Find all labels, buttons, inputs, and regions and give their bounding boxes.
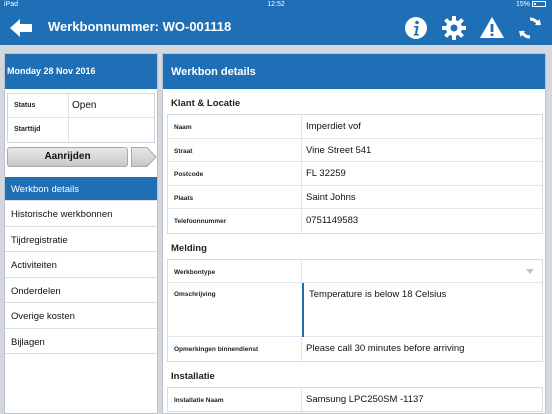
status-bar: iPad 12:52 15%	[0, 0, 552, 11]
straat-value: Vine Street 541	[306, 144, 372, 156]
warning-icon[interactable]	[479, 15, 505, 41]
opmerkingen-value: Please call 30 minutes before arriving	[306, 343, 465, 354]
field-label: Opmerkingen binnendienst	[174, 346, 259, 353]
action-buttons: Aanrijden	[7, 147, 157, 169]
omschrijving-row: Omschrijving Temperature is below 18 Cel…	[168, 283, 542, 337]
details-header: Werkbon details	[163, 54, 545, 89]
field-label: Telefoonnummer	[174, 218, 227, 225]
omschrijving-value: Temperature is below 18 Celsius	[309, 289, 447, 300]
starttijd-label: Starttijd	[14, 126, 41, 133]
field-label: Omschrijving	[174, 291, 216, 298]
klant-group: Naam Imperdiet vof Straat Vine Street 54…	[167, 114, 543, 234]
field-label: Werkbontype	[174, 268, 216, 276]
plaats-row[interactable]: Plaats Saint Johns	[168, 185, 542, 209]
naam-value: Imperdiet vof	[306, 121, 361, 132]
aanrijden-button[interactable]: Aanrijden	[7, 147, 128, 167]
section-melding: Melding	[171, 242, 207, 254]
field-label: Postcode	[174, 171, 204, 178]
gear-icon[interactable]	[441, 15, 467, 41]
field-label: Plaats	[174, 194, 194, 202]
telefoonnummer-value: 0751149583	[306, 215, 359, 226]
postcode-value: FL 32259	[306, 168, 346, 179]
section-installatie: Installatie	[171, 370, 215, 382]
clock: 12:52	[267, 1, 285, 8]
nav-item-historische-werkbonnen[interactable]: Historische werkbonnen	[5, 201, 157, 227]
nav-item-onderdelen[interactable]: Onderdelen	[5, 278, 157, 303]
field-label: Naam	[174, 124, 192, 131]
next-arrow-button[interactable]	[131, 147, 157, 167]
nav-item-werkbon-details[interactable]: Werkbon details	[5, 177, 157, 201]
nav-item-bijlagen[interactable]: Bijlagen	[5, 329, 157, 354]
werkbontype-row[interactable]: Werkbontype	[168, 259, 542, 283]
chevron-down-icon[interactable]	[526, 268, 534, 274]
section-nav: Werkbon details Historische werkbonnen T…	[5, 177, 157, 354]
date-header: Monday 28 Nov 2016	[5, 54, 157, 89]
nav-bar: Werkbonnummer: WO-001118	[0, 11, 552, 45]
field-label: Straat	[174, 147, 193, 155]
status-value: Open	[72, 100, 97, 111]
melding-group: Werkbontype Omschrijving Temperature is …	[167, 258, 543, 362]
naam-row[interactable]: Naam Imperdiet vof	[168, 115, 542, 139]
status-row: Status Open	[8, 94, 154, 118]
details-panel: Werkbon details Klant & Locatie Naam Imp…	[162, 53, 546, 414]
status-box: Status Open Starttijd	[7, 93, 155, 143]
installatie-naam-row[interactable]: Installatie Naam Samsung LPC250SM -1137	[168, 387, 542, 411]
battery-percent: 15%	[515, 1, 530, 8]
postcode-row[interactable]: Postcode FL 32259	[168, 162, 542, 186]
nav-item-overige-kosten[interactable]: Overige kosten	[5, 303, 157, 329]
refresh-icon[interactable]	[517, 15, 543, 41]
field-label: Installatie Naam	[174, 396, 224, 404]
plaats-value: Saint Johns	[306, 191, 356, 203]
starttijd-row: Starttijd	[8, 118, 154, 142]
installatie-group: Installatie Naam Samsung LPC250SM -1137	[167, 386, 543, 412]
nav-item-tijdregistratie[interactable]: Tijdregistratie	[5, 227, 157, 252]
opmerkingen-row[interactable]: Opmerkingen binnendienst Please call 30 …	[168, 337, 542, 361]
info-icon[interactable]	[403, 15, 429, 41]
omschrijving-textarea[interactable]: Temperature is below 18 Celsius	[302, 283, 545, 337]
battery-icon	[532, 1, 546, 7]
straat-row[interactable]: Straat Vine Street 541	[168, 138, 542, 162]
section-klant-locatie: Klant & Locatie	[171, 98, 241, 109]
status-label: Status	[14, 102, 36, 109]
installatie-naam-value: Samsung LPC250SM -1137	[306, 393, 424, 405]
nav-item-activiteiten[interactable]: Activiteiten	[5, 252, 157, 278]
back-arrow-icon[interactable]	[8, 16, 34, 40]
battery-indicator: 15%	[516, 1, 546, 8]
page-title: Werkbonnummer: WO-001118	[48, 19, 232, 34]
telefoonnummer-row[interactable]: Telefoonnummer 0751149583	[168, 209, 542, 233]
left-panel: Monday 28 Nov 2016 Status Open Starttijd…	[4, 53, 158, 414]
